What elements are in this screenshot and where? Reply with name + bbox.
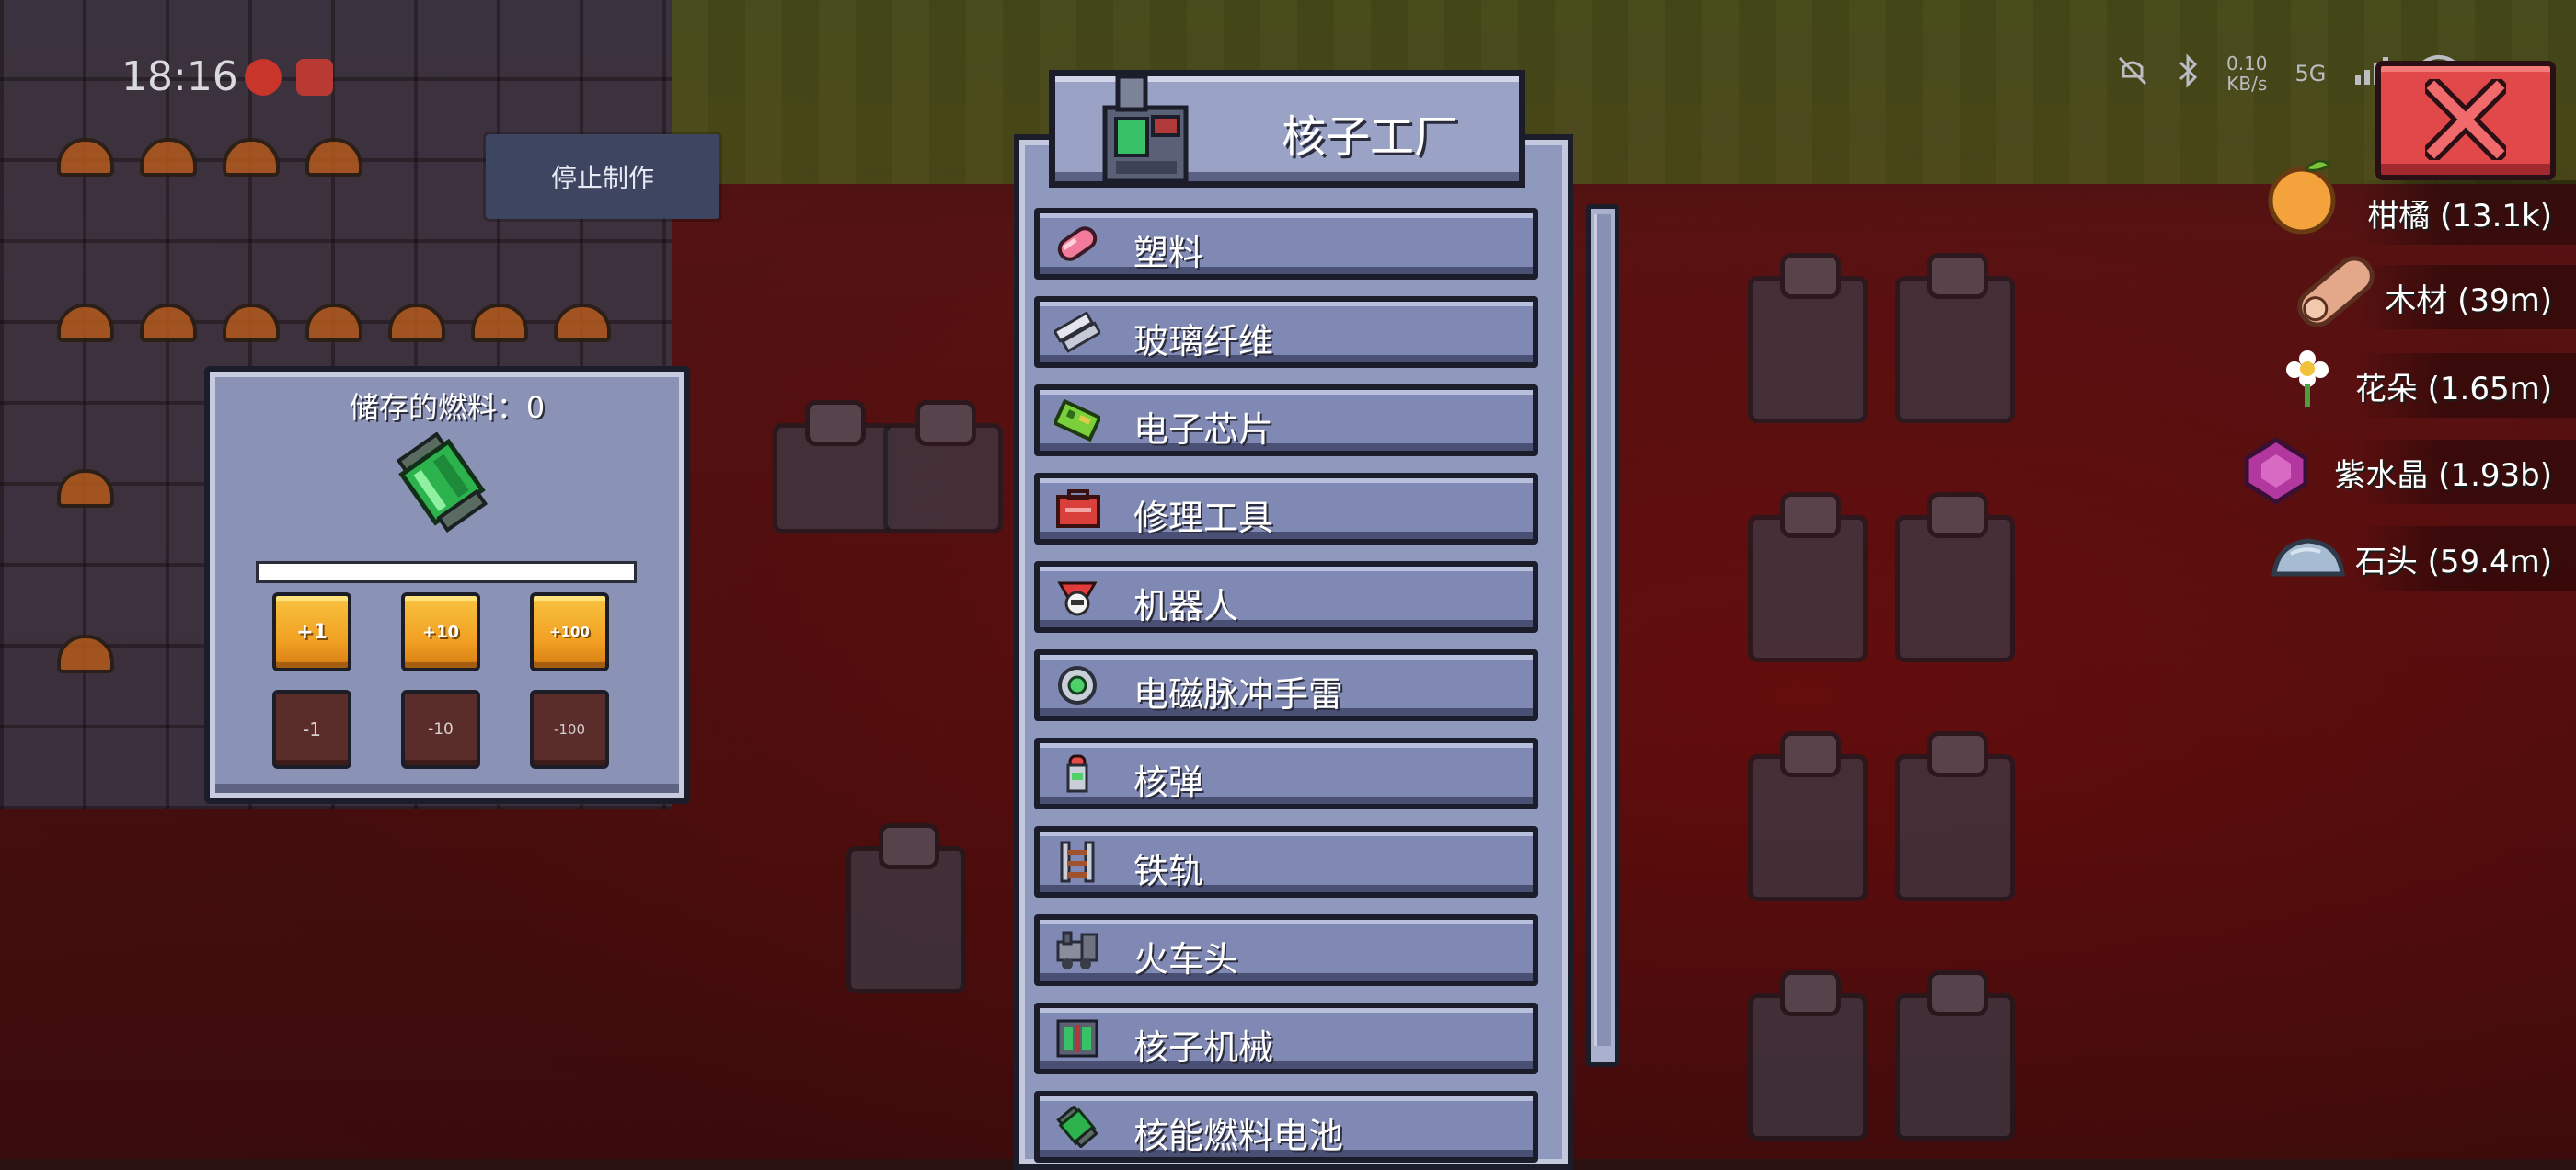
resource-stone: 石头 (59.4m) bbox=[2355, 526, 2552, 591]
fuel-title: 储存的燃料：0 bbox=[349, 390, 546, 425]
fuel-progress-bar bbox=[256, 561, 637, 583]
recipe-label: 玻璃纤维 bbox=[1133, 321, 1274, 361]
mute-icon bbox=[2116, 54, 2149, 93]
chip-icon bbox=[1052, 398, 1103, 442]
emp-grenade-icon bbox=[1054, 664, 1100, 706]
nuke-icon bbox=[1054, 752, 1100, 795]
recipe-label: 核能燃料电池 bbox=[1133, 1116, 1344, 1156]
remove-fuel-buttons: -1 -10 -100 bbox=[272, 690, 609, 769]
recipe-item-fiberglass[interactable]: 玻璃纤维 bbox=[1034, 296, 1538, 368]
add-fuel-buttons: +1 +10 +100 bbox=[272, 592, 609, 671]
nuclear-factory-icon bbox=[1098, 73, 1193, 187]
recipe-label: 火车头 bbox=[1133, 939, 1239, 980]
remove-1-button[interactable]: -1 bbox=[272, 690, 351, 769]
repair-tool-icon bbox=[1054, 488, 1100, 530]
recipe-item-rail[interactable]: 铁轨 bbox=[1034, 826, 1538, 898]
nuclear-machine-icon bbox=[1054, 1017, 1100, 1060]
recipe-label: 塑料 bbox=[1133, 233, 1204, 273]
fuel-cell-icon bbox=[392, 431, 493, 533]
flower-icon bbox=[2283, 348, 2331, 412]
rail-icon bbox=[1054, 841, 1100, 883]
recipe-list: 塑料 玻璃纤维 电子芯片 修理工具 机器人 电磁脉冲手雷 核弹 铁轨 火车头 核… bbox=[1034, 208, 1542, 1163]
recipe-item-emp-grenade[interactable]: 电磁脉冲手雷 bbox=[1034, 649, 1538, 721]
recipe-item-nuclear-machine[interactable]: 核子机械 bbox=[1034, 1003, 1538, 1074]
wood-icon bbox=[2285, 241, 2386, 346]
add-100-button[interactable]: +100 bbox=[530, 592, 609, 671]
netease-icon bbox=[245, 59, 282, 96]
plastic-icon bbox=[1054, 223, 1100, 265]
close-icon bbox=[2425, 79, 2506, 160]
resource-wood: 木材 (39m) bbox=[2385, 265, 2552, 329]
fiberglass-icon bbox=[1052, 311, 1102, 353]
network-speed: 0.10 KB/s bbox=[2226, 52, 2268, 95]
stop-crafting-button[interactable]: 停止制作 bbox=[486, 134, 719, 219]
recipe-label: 核子机械 bbox=[1133, 1027, 1274, 1068]
recipe-item-fuel-cell[interactable]: 核能燃料电池 bbox=[1034, 1091, 1538, 1163]
recipe-label: 电子芯片 bbox=[1133, 409, 1274, 450]
recipe-item-nuke[interactable]: 核弹 bbox=[1034, 738, 1538, 809]
resource-label: 紫水晶 (1.93b) bbox=[2334, 456, 2552, 494]
factory-title: 核子工厂 bbox=[1281, 111, 1458, 163]
recipe-label: 电磁脉冲手雷 bbox=[1133, 674, 1344, 715]
orange-icon bbox=[2260, 153, 2348, 245]
bluetooth-icon bbox=[2177, 53, 2199, 94]
fuel-storage-panel: 储存的燃料：0 +1 +10 +100 -1 -10 -100 bbox=[204, 366, 690, 804]
recipe-scrollbar[interactable] bbox=[1586, 204, 1619, 1067]
resource-label: 花朵 (1.65m) bbox=[2354, 370, 2552, 407]
amethyst-icon bbox=[2239, 436, 2313, 510]
resource-amethyst: 紫水晶 (1.93b) bbox=[2334, 440, 2552, 504]
network-type: 5G bbox=[2294, 61, 2327, 86]
scroll-thumb[interactable] bbox=[1594, 214, 1611, 1046]
close-button[interactable] bbox=[2375, 61, 2556, 180]
recipe-label: 机器人 bbox=[1133, 586, 1239, 626]
qq-icon bbox=[296, 59, 333, 96]
recipe-item-plastic[interactable]: 塑料 bbox=[1034, 208, 1538, 280]
recipe-item-chip[interactable]: 电子芯片 bbox=[1034, 384, 1538, 456]
resource-flower: 花朵 (1.65m) bbox=[2355, 353, 2552, 418]
resource-label: 石头 (59.4m) bbox=[2354, 543, 2552, 580]
add-1-button[interactable]: +1 bbox=[272, 592, 351, 671]
remove-10-button[interactable]: -10 bbox=[401, 690, 480, 769]
resource-citrus: 柑橘 (13.1k) bbox=[2367, 180, 2552, 245]
fuel-cell-icon bbox=[1054, 1105, 1100, 1149]
factory-header: 核子工厂 bbox=[1049, 70, 1525, 188]
recipe-item-locomotive[interactable]: 火车头 bbox=[1034, 914, 1538, 986]
robot-icon bbox=[1054, 576, 1100, 618]
recipe-label: 修理工具 bbox=[1133, 498, 1274, 538]
resource-label: 木材 (39m) bbox=[2385, 281, 2552, 319]
recipe-item-robot[interactable]: 机器人 bbox=[1034, 561, 1538, 633]
recipe-label: 铁轨 bbox=[1133, 851, 1204, 891]
remove-100-button[interactable]: -100 bbox=[530, 690, 609, 769]
add-10-button[interactable]: +10 bbox=[401, 592, 480, 671]
recipe-item-repair-tool[interactable]: 修理工具 bbox=[1034, 473, 1538, 545]
recipe-label: 核弹 bbox=[1133, 763, 1204, 803]
status-time: 18:16 bbox=[121, 53, 238, 100]
stone-icon bbox=[2269, 533, 2346, 587]
resource-label: 柑橘 (13.1k) bbox=[2367, 197, 2552, 235]
locomotive-icon bbox=[1054, 929, 1100, 971]
